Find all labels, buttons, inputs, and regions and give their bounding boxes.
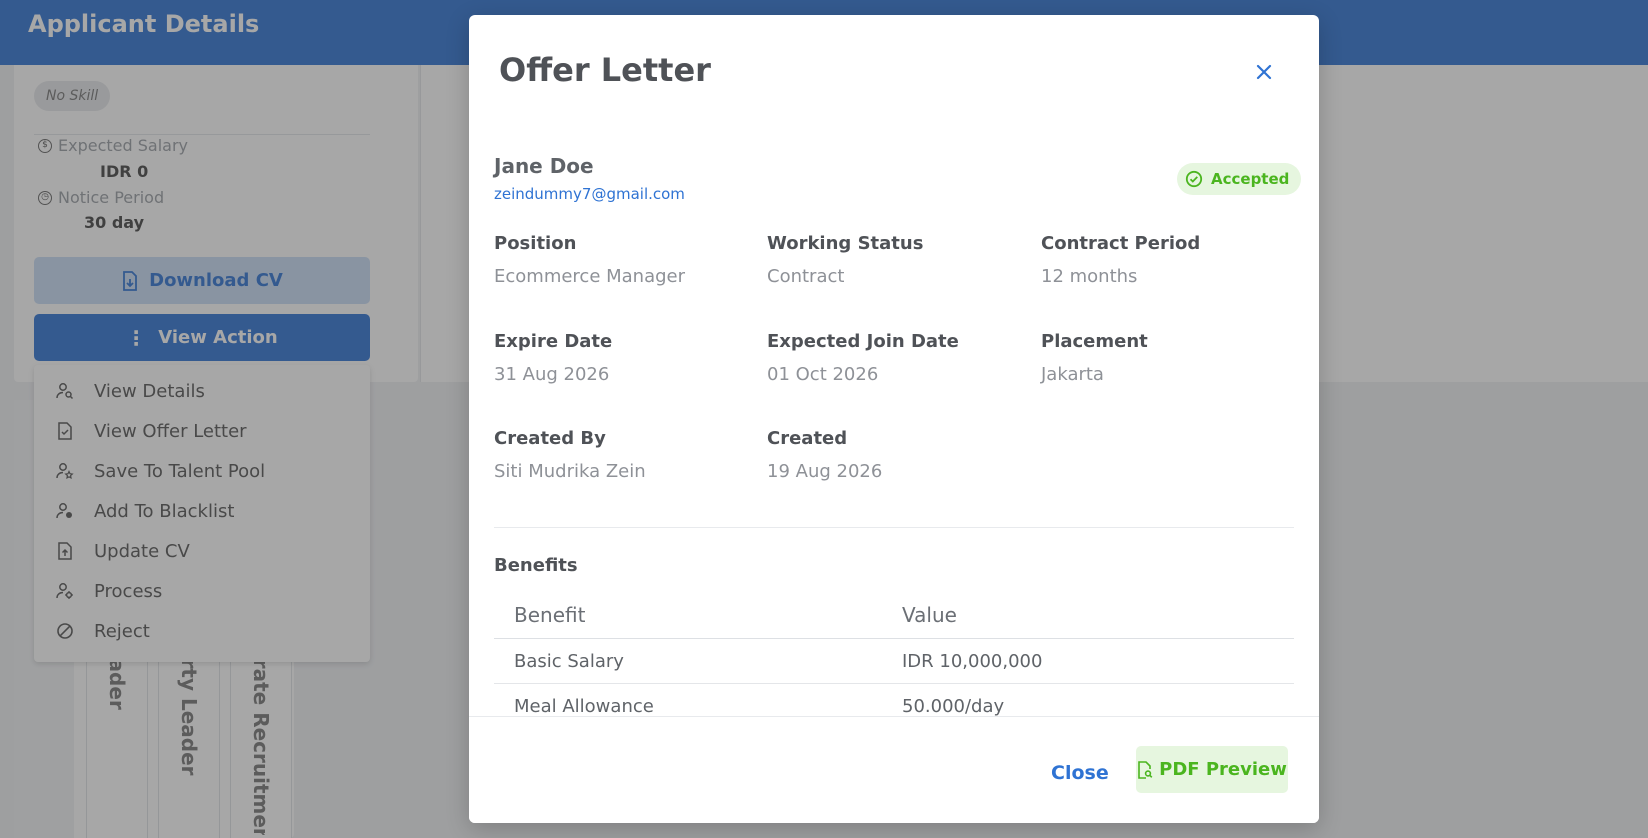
close-icon (1256, 64, 1272, 80)
field-placement: Placement Jakarta (1041, 331, 1291, 385)
value-cell: 50.000/day (902, 695, 1005, 717)
close-button[interactable]: Close (1039, 753, 1121, 793)
status-label: Accepted (1211, 170, 1290, 188)
modal-title: Offer Letter (499, 51, 711, 89)
pdf-preview-label: PDF Preview (1159, 759, 1287, 780)
field-expected-join-date: Expected Join Date 01 Oct 2026 (767, 331, 1017, 385)
field-expire-date: Expire Date 31 Aug 2026 (494, 331, 744, 385)
field-label: Position (494, 233, 577, 254)
file-search-icon (1138, 760, 1153, 779)
field-label: Created By (494, 428, 606, 449)
field-contract-period: Contract Period 12 months (1041, 233, 1291, 287)
column-header-benefit: Benefit (514, 602, 586, 627)
field-label: Expected Join Date (767, 331, 959, 352)
field-created: Created 19 Aug 2026 (767, 428, 1017, 482)
table-header: Benefit Value (494, 591, 1294, 639)
column-header-value: Value (902, 602, 957, 627)
field-created-by: Created By Siti Mudrika Zein (494, 428, 744, 482)
benefit-cell: Meal Allowance (514, 695, 654, 717)
modal-footer: Close PDF Preview (469, 716, 1319, 823)
offer-letter-modal: Offer Letter Jane Doe zeindummy7@gmail.c… (469, 15, 1319, 823)
field-label: Working Status (767, 233, 924, 254)
close-modal-button[interactable] (1249, 57, 1279, 87)
benefits-table: Benefit Value Basic Salary IDR 10,000,00… (494, 591, 1294, 729)
table-row: Basic Salary IDR 10,000,000 (494, 639, 1294, 684)
section-divider (494, 527, 1294, 528)
candidate-name: Jane Doe (494, 154, 594, 178)
field-label: Placement (1041, 331, 1148, 352)
status-badge: Accepted (1177, 163, 1302, 195)
field-label: Created (767, 428, 848, 449)
benefit-cell: Basic Salary (514, 650, 624, 672)
field-value: 19 Aug 2026 (767, 461, 883, 482)
field-label: Contract Period (1041, 233, 1201, 254)
field-label: Expire Date (494, 331, 613, 352)
field-working-status: Working Status Contract (767, 233, 1017, 287)
field-value: Siti Mudrika Zein (494, 461, 646, 482)
field-value: 31 Aug 2026 (494, 364, 610, 385)
benefits-title: Benefits (494, 555, 578, 576)
field-value: Ecommerce Manager (494, 266, 686, 287)
field-value: 01 Oct 2026 (767, 364, 879, 385)
pdf-preview-button[interactable]: PDF Preview (1136, 746, 1288, 793)
field-value: Jakarta (1041, 364, 1104, 385)
field-value: 12 months (1041, 266, 1138, 287)
value-cell: IDR 10,000,000 (902, 650, 1043, 672)
check-circle-icon (1185, 170, 1203, 188)
candidate-email[interactable]: zeindummy7@gmail.com (494, 185, 685, 203)
field-position: Position Ecommerce Manager (494, 233, 744, 287)
field-value: Contract (767, 266, 845, 287)
